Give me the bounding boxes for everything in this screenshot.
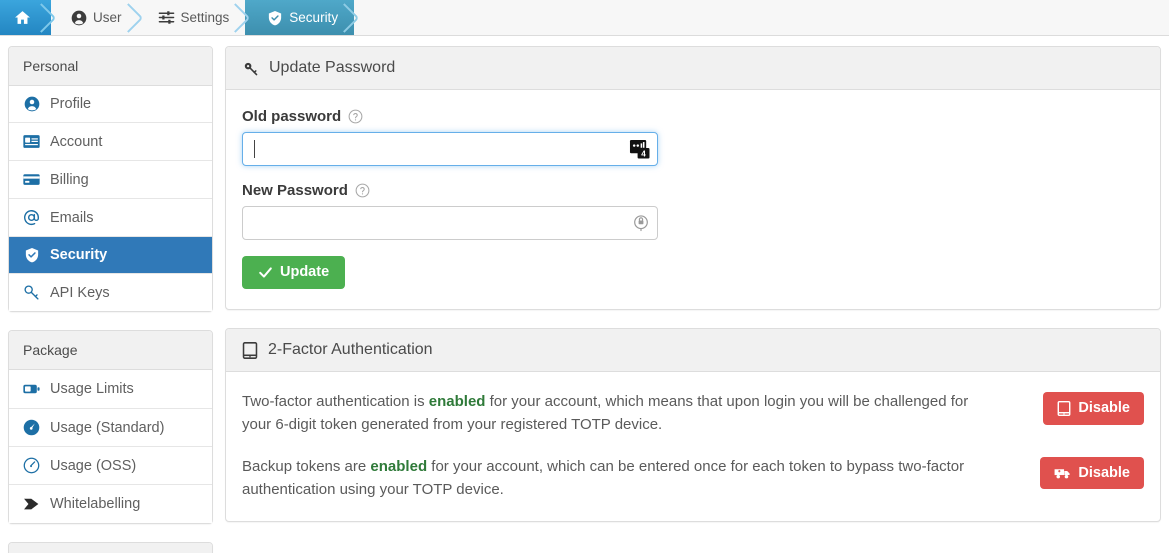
- old-password-input[interactable]: [242, 132, 658, 166]
- tag-icon: [23, 495, 40, 513]
- two-factor-row-totp: Two-factor authentication is enabled for…: [242, 390, 1144, 437]
- sidebar-item-whitelabelling[interactable]: Whitelabelling: [9, 484, 212, 523]
- sidebar-item-label: API Keys: [50, 284, 110, 301]
- sidebar-item-label: Whitelabelling: [50, 496, 141, 512]
- sidebar-item-api-keys[interactable]: API Keys: [9, 273, 212, 311]
- check-icon: [258, 265, 273, 280]
- breadcrumb-item-user[interactable]: User: [51, 0, 143, 35]
- breadcrumb-item-security[interactable]: Security: [245, 0, 360, 35]
- new-password-label-row: New Password: [242, 182, 1144, 199]
- shield-check-icon: [23, 247, 40, 263]
- breadcrumb-item-home[interactable]: [0, 0, 57, 35]
- sidebar-item-emails[interactable]: Emails: [9, 198, 212, 236]
- update-password-card: Update Password Old password 4 New Passw…: [225, 46, 1161, 310]
- two-factor-backup-action: Disable: [1040, 455, 1144, 489]
- battery-icon: [23, 380, 40, 398]
- sidebar-item-label: Account: [50, 133, 103, 150]
- sidebar-item-label: Usage (Standard): [50, 419, 165, 436]
- disable-backup-tokens-button-label: Disable: [1078, 464, 1130, 481]
- update-password-header: Update Password: [226, 47, 1160, 90]
- two-factor-totp-action: Disable: [1043, 390, 1144, 425]
- sidebar-item-label: Billing: [50, 171, 89, 188]
- two-factor-header: 2-Factor Authentication: [226, 329, 1160, 372]
- question-circle-icon[interactable]: [348, 109, 363, 124]
- sidebar-panel-package-title: Package: [9, 331, 212, 370]
- disable-backup-tokens-button[interactable]: Disable: [1040, 456, 1144, 489]
- user-circle-icon: [23, 96, 40, 112]
- status-highlight: enabled: [370, 457, 428, 475]
- two-factor-card: 2-Factor Authentication Two-factor authe…: [225, 328, 1161, 522]
- update-password-body: Old password 4 New Password Update: [226, 90, 1160, 309]
- tachometer-filled-icon: [23, 419, 40, 436]
- svg-text:4: 4: [641, 150, 646, 159]
- sidebar-item-billing[interactable]: Billing: [9, 160, 212, 198]
- two-factor-row-backup: Backup tokens are enabled for your accou…: [242, 455, 1144, 502]
- tablet-icon: [242, 341, 258, 359]
- sidebar-item-profile[interactable]: Profile: [9, 86, 212, 122]
- disable-totp-button[interactable]: Disable: [1043, 392, 1144, 425]
- main-content: Update Password Old password 4 New Passw…: [225, 46, 1161, 540]
- sidebar-item-usage-standard[interactable]: Usage (Standard): [9, 408, 212, 446]
- breadcrumb-chevron-icon: [329, 2, 360, 33]
- sidebar-item-usage-oss[interactable]: Usage (OSS): [9, 446, 212, 484]
- sidebar-item-account[interactable]: Account: [9, 122, 212, 160]
- sidebar-item-usage-limits[interactable]: Usage Limits: [9, 370, 212, 408]
- sidebar-list-personal: Profile Account Billing Emails Security …: [9, 86, 212, 311]
- user-circle-icon: [71, 10, 87, 26]
- update-password-button-label: Update: [280, 264, 330, 281]
- sidebar-item-label: Emails: [50, 209, 94, 226]
- breadcrumb: User Settings Security: [0, 0, 1169, 36]
- sidebar-item-label: Profile: [50, 96, 92, 112]
- two-factor-title: 2-Factor Authentication: [268, 341, 433, 358]
- old-password-input-wrap: 4: [242, 132, 658, 166]
- sidebar-panel-next-title: [9, 543, 212, 553]
- generate-password-icon[interactable]: [632, 214, 650, 232]
- ambulance-icon: [1054, 466, 1071, 480]
- sidebar-panel-package: Package Usage Limits Usage (Standard) Us…: [8, 330, 213, 524]
- sliders-icon: [158, 9, 175, 26]
- sidebar-item-label: Usage (OSS): [50, 457, 137, 474]
- breadcrumb-item-settings[interactable]: Settings: [137, 0, 251, 35]
- text-cursor: [254, 140, 255, 158]
- sidebar-panel-personal: Personal Profile Account Billing Emails …: [8, 46, 213, 312]
- sidebar-panel-personal-title: Personal: [9, 47, 212, 86]
- sidebar-panel-next: [8, 542, 213, 553]
- at-sign-icon: [23, 209, 40, 226]
- text-before: Backup tokens are: [242, 457, 371, 475]
- two-factor-body: Two-factor authentication is enabled for…: [226, 372, 1160, 521]
- shield-check-icon: [267, 10, 283, 26]
- sidebar-item-label: Security: [50, 247, 108, 263]
- new-password-input-wrap: [242, 206, 658, 240]
- old-password-label: Old password: [242, 108, 342, 125]
- tablet-icon: [1057, 401, 1071, 416]
- text-before: Two-factor authentication is: [242, 393, 429, 410]
- key-icon: [242, 60, 259, 77]
- page-body: Personal Profile Account Billing Emails …: [0, 36, 1169, 553]
- question-circle-icon[interactable]: [355, 183, 370, 198]
- sidebar-list-package: Usage Limits Usage (Standard) Usage (OSS…: [9, 370, 212, 523]
- status-highlight: enabled: [428, 393, 486, 410]
- id-card-icon: [23, 133, 40, 150]
- disable-totp-button-label: Disable: [1078, 400, 1130, 417]
- credit-card-icon: [23, 171, 40, 188]
- update-password-button[interactable]: Update: [242, 256, 346, 289]
- two-factor-totp-text: Two-factor authentication is enabled for…: [242, 390, 987, 437]
- new-password-label: New Password: [242, 182, 348, 199]
- password-manager-icon[interactable]: 4: [629, 139, 650, 159]
- sidebar: Personal Profile Account Billing Emails …: [8, 46, 213, 553]
- sidebar-item-security[interactable]: Security: [9, 236, 212, 273]
- old-password-label-row: Old password: [242, 108, 1144, 125]
- new-password-input[interactable]: [242, 206, 658, 240]
- tachometer-outline-icon: [23, 457, 40, 474]
- key-icon: [23, 284, 40, 301]
- two-factor-backup-text: Backup tokens are enabled for your accou…: [242, 455, 987, 502]
- sidebar-item-label: Usage Limits: [50, 381, 134, 397]
- update-password-title: Update Password: [269, 59, 396, 76]
